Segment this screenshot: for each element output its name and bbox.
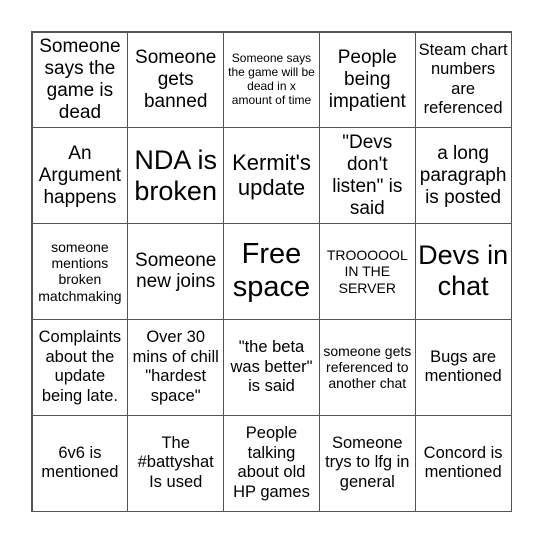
bingo-cell[interactable]: Someone says the game is dead xyxy=(31,31,129,129)
bingo-cell[interactable]: Complaints about the update being late. xyxy=(31,318,129,416)
bingo-cell[interactable]: someone gets referenced to another chat xyxy=(318,318,416,416)
free-space-cell[interactable]: Free space xyxy=(223,223,320,320)
bingo-cell[interactable]: NDA is broken xyxy=(127,127,225,225)
bingo-cell[interactable]: 6v6 is mentioned xyxy=(31,414,129,512)
bingo-cell[interactable]: "Devs don't listen" is said xyxy=(318,127,416,225)
bingo-cell[interactable]: Bugs are mentioned xyxy=(414,318,512,416)
bingo-cell[interactable]: Someone new joins xyxy=(127,223,225,320)
bingo-card: Someone says the game is dead Someone ge… xyxy=(31,31,512,512)
bingo-cell[interactable]: Over 30 mins of chill "hardest space" xyxy=(127,318,225,416)
bingo-cell[interactable]: a long paragraph is posted xyxy=(414,127,512,225)
bingo-cell[interactable]: Someone gets banned xyxy=(127,31,225,129)
bingo-cell[interactable]: Someone says the game will be dead in x … xyxy=(223,31,320,129)
bingo-cell[interactable]: An Argument happens xyxy=(31,127,129,225)
bingo-cell[interactable]: Someone trys to lfg in general xyxy=(318,414,416,512)
bingo-cell[interactable]: Kermit's update xyxy=(223,127,320,225)
bingo-cell[interactable]: Steam chart numbers are referenced xyxy=(414,31,512,129)
bingo-cell[interactable]: "the beta was better" is said xyxy=(223,318,320,416)
bingo-cell[interactable]: People being impatient xyxy=(318,31,416,129)
bingo-cell[interactable]: Devs in chat xyxy=(414,223,512,320)
bingo-cell[interactable]: someone mentions broken matchmaking xyxy=(31,223,129,320)
bingo-cell[interactable]: The #battyshat Is used xyxy=(127,414,225,512)
bingo-cell[interactable]: Concord is mentioned xyxy=(414,414,512,512)
bingo-cell[interactable]: People talking about old HP games xyxy=(223,414,320,512)
bingo-cell[interactable]: TROOOOOL IN THE SERVER xyxy=(318,223,416,320)
